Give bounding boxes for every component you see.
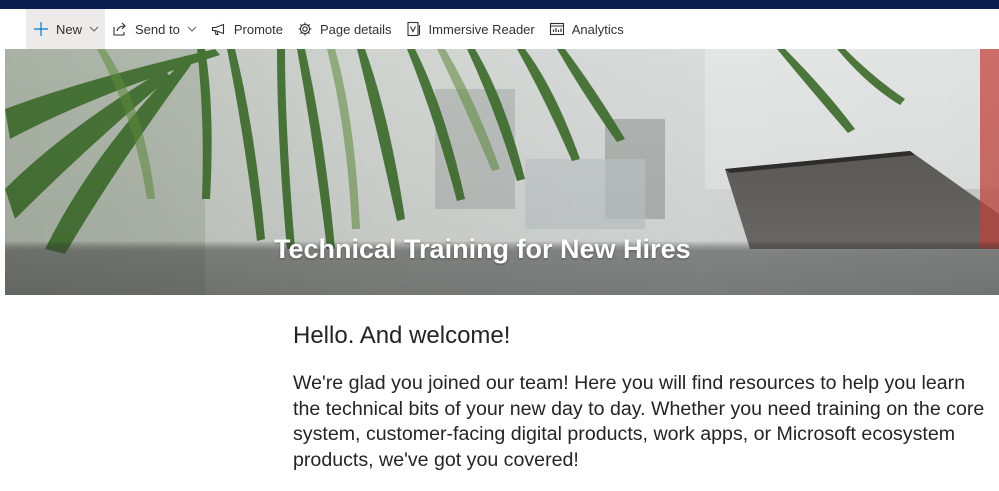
immersive-reader-button[interactable]: Immersive Reader xyxy=(399,9,542,49)
analytics-button-label: Analytics xyxy=(571,21,624,37)
immersive-reader-button-label: Immersive Reader xyxy=(428,21,535,37)
new-button-label: New xyxy=(56,21,83,37)
page-details-button-label: Page details xyxy=(319,21,392,37)
immersive-reader-icon xyxy=(406,21,422,37)
analytics-button[interactable]: Analytics xyxy=(542,9,631,49)
analytics-icon xyxy=(549,21,565,37)
megaphone-icon xyxy=(211,21,227,37)
page-content: Hello. And welcome! We're glad you joine… xyxy=(293,320,993,473)
command-bar: New Send to Promote Page details Immersi… xyxy=(0,9,999,49)
promote-button-label: Promote xyxy=(233,21,283,37)
page-details-button[interactable]: Page details xyxy=(290,9,399,49)
intro-paragraph: We're glad you joined our team! Here you… xyxy=(293,372,985,471)
promote-button[interactable]: Promote xyxy=(204,9,290,49)
greeting-heading: Hello. And welcome! xyxy=(293,322,511,349)
new-button[interactable]: New xyxy=(26,9,106,49)
gear-icon xyxy=(297,21,313,37)
chevron-down-icon xyxy=(89,24,99,34)
chevron-down-icon xyxy=(187,24,197,34)
hero-banner: Technical Training for New Hires xyxy=(5,49,999,295)
share-icon xyxy=(112,21,128,37)
suite-header-bar xyxy=(0,0,999,9)
plus-icon xyxy=(33,21,49,37)
send-to-button[interactable]: Send to xyxy=(105,9,204,49)
page-title: Technical Training for New Hires xyxy=(274,234,691,264)
send-to-button-label: Send to xyxy=(135,21,180,37)
